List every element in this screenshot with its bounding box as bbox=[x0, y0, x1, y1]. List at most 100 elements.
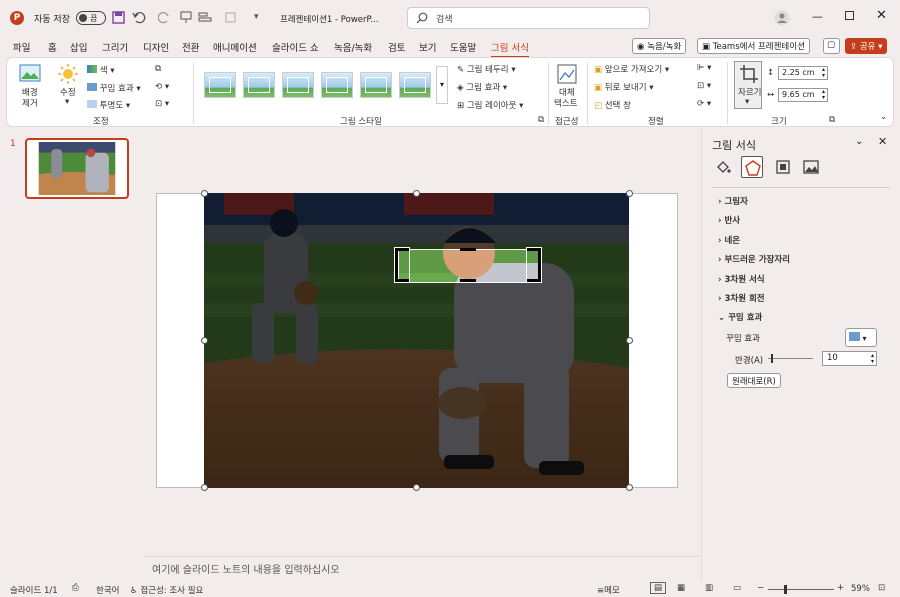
zoom-in-icon[interactable]: + bbox=[837, 583, 844, 593]
tab-home[interactable]: 홈 bbox=[48, 40, 57, 54]
section-shadow[interactable]: › 그림자 bbox=[718, 195, 748, 207]
slideshow-view-icon[interactable]: ▭ bbox=[733, 583, 741, 593]
maximize-icon[interactable] bbox=[845, 11, 854, 20]
rotate-icon[interactable]: ⟳ ▾ bbox=[697, 99, 711, 109]
spelling-check-icon[interactable]: ⎙ bbox=[72, 583, 79, 593]
tab-help[interactable]: 도움말 bbox=[450, 40, 476, 54]
notes-area[interactable]: 여기에 슬라이드 노트의 내용을 입력하십시오 bbox=[144, 556, 700, 580]
reading-view-icon[interactable]: ▥ bbox=[705, 583, 713, 593]
tab-slideshow[interactable]: 슬라이드 쇼 bbox=[272, 40, 319, 54]
tab-draw[interactable]: 그리기 bbox=[102, 40, 128, 54]
tab-transitions[interactable]: 전환 bbox=[182, 40, 199, 54]
group-objects-icon[interactable]: ⊡ ▾ bbox=[697, 81, 711, 91]
styles-launcher-icon[interactable]: ⧉ bbox=[538, 115, 544, 125]
present-icon[interactable] bbox=[180, 11, 192, 24]
language-indicator[interactable]: 한국어 bbox=[96, 584, 119, 596]
pane-options-chevron-icon[interactable]: ⌄ bbox=[855, 136, 863, 147]
picture-style-6[interactable] bbox=[399, 72, 431, 98]
remove-background-icon[interactable] bbox=[19, 64, 41, 82]
teams-present-button[interactable]: ▣ Teams에서 프레젠테이션 bbox=[697, 38, 810, 54]
zoom-slider[interactable] bbox=[768, 585, 834, 594]
size-launcher-icon[interactable]: ⧉ bbox=[829, 115, 835, 125]
picture-border-button[interactable]: ✎ 그림 테두리 ▾ bbox=[457, 63, 516, 75]
tab-insert[interactable]: 삽입 bbox=[70, 40, 87, 54]
crop-region[interactable] bbox=[398, 249, 540, 283]
picture-tab-icon[interactable] bbox=[803, 159, 819, 175]
alt-text-label-2: 텍스트 bbox=[554, 99, 578, 109]
slide-sorter-icon[interactable]: ▦ bbox=[677, 583, 685, 593]
undo-icon[interactable] bbox=[132, 11, 146, 24]
height-field[interactable]: 2.25 cm ▴ ▾ bbox=[778, 66, 828, 80]
tab-animations[interactable]: 애니메이션 bbox=[213, 40, 257, 54]
close-icon[interactable]: ✕ bbox=[876, 8, 887, 23]
selection-pane-button[interactable]: ◰ 선택 창 bbox=[594, 99, 631, 111]
align-objects-icon[interactable]: ⊫ ▾ bbox=[697, 63, 711, 73]
picture-style-2[interactable] bbox=[243, 72, 275, 98]
save-icon[interactable] bbox=[112, 11, 125, 24]
send-backward-button[interactable]: ▣ 뒤로 보내기 ▾ bbox=[594, 81, 654, 93]
slide-thumbnail[interactable] bbox=[25, 138, 129, 199]
search-box[interactable]: 검색 bbox=[407, 7, 650, 29]
picture-style-5[interactable] bbox=[360, 72, 392, 98]
baseball-photo[interactable] bbox=[204, 193, 629, 488]
tab-review[interactable]: 검토 bbox=[388, 40, 405, 54]
compress-pictures-icon[interactable]: ⧉ bbox=[155, 64, 161, 74]
accessibility-status[interactable]: ♿ 접근성: 조사 필요 bbox=[130, 584, 203, 596]
tab-picture-format[interactable]: 그림 서식 bbox=[491, 40, 529, 58]
artistic-effect-picker[interactable]: ▾ bbox=[845, 328, 877, 347]
section-artistic-effects[interactable]: ⌄ 꾸밈 효과 bbox=[718, 311, 762, 323]
collapse-ribbon-icon[interactable]: ⌄ bbox=[880, 112, 887, 122]
zoom-out-icon[interactable]: − bbox=[757, 583, 764, 593]
tab-view[interactable]: 보기 bbox=[419, 40, 436, 54]
picture-layout-button[interactable]: ⊞ 그림 레이아웃 ▾ bbox=[457, 99, 523, 111]
minimize-icon[interactable]: — bbox=[812, 10, 823, 23]
crop-button[interactable]: 자르기 ▾ bbox=[734, 61, 762, 109]
transparency-button[interactable]: 투명도 ▾ bbox=[87, 99, 130, 111]
comments-icon[interactable]: ▢ bbox=[823, 38, 840, 54]
color-button[interactable]: 색 ▾ bbox=[87, 64, 115, 76]
redo-icon[interactable] bbox=[158, 11, 171, 24]
picture-style-1[interactable] bbox=[204, 72, 236, 98]
bring-forward-button[interactable]: ▣ 앞으로 가져오기 ▾ bbox=[594, 63, 669, 75]
styles-more-icon[interactable]: ▾ bbox=[436, 66, 448, 104]
radius-field[interactable]: 10 ▴ ▾ bbox=[822, 351, 877, 366]
align-icon[interactable] bbox=[198, 11, 214, 24]
width-field[interactable]: 9.65 cm ▴ ▾ bbox=[778, 88, 828, 102]
reset-picture-icon[interactable]: ⊡ ▾ bbox=[155, 99, 169, 109]
effects-tab[interactable] bbox=[741, 156, 763, 178]
record-button[interactable]: ◉ 녹음/녹화 bbox=[632, 38, 687, 54]
fill-line-icon[interactable] bbox=[715, 159, 731, 175]
section-3d-format[interactable]: › 3차원 서식 bbox=[718, 273, 765, 285]
autosave-toggle[interactable]: 끔 bbox=[76, 11, 106, 25]
section-3d-rotation[interactable]: › 3차원 회전 bbox=[718, 292, 765, 304]
zoom-level[interactable]: 59% bbox=[851, 584, 870, 594]
tab-record[interactable]: 녹음/녹화 bbox=[334, 40, 372, 54]
tab-design[interactable]: 디자인 bbox=[143, 40, 169, 54]
normal-view-icon[interactable]: ▤ bbox=[650, 582, 667, 594]
size-properties-icon[interactable] bbox=[775, 159, 791, 175]
picture-style-3[interactable] bbox=[282, 72, 314, 98]
tab-file[interactable]: 파일 bbox=[13, 40, 30, 54]
share-button[interactable]: ⇪ 공유 ▾ bbox=[845, 38, 888, 54]
radius-slider[interactable] bbox=[768, 354, 813, 363]
section-soft-edges[interactable]: › 부드러운 가장자리 bbox=[718, 253, 790, 265]
picture-effects-button[interactable]: ◈ 그림 효과 ▾ bbox=[457, 81, 507, 93]
reset-button[interactable]: 원래대로(R) bbox=[727, 373, 781, 388]
pane-close-icon[interactable]: ✕ bbox=[878, 135, 887, 148]
customize-toolbar-icon[interactable]: ▾ bbox=[254, 12, 259, 22]
distribute-icon[interactable] bbox=[224, 11, 238, 24]
separator bbox=[193, 62, 194, 124]
corrections-sun-icon[interactable] bbox=[58, 64, 78, 84]
notes-toggle-button[interactable]: ≡메모 bbox=[597, 584, 620, 596]
fit-to-window-icon[interactable]: ⊡ bbox=[878, 583, 885, 593]
corrections-dropdown-icon[interactable]: ▾ bbox=[65, 97, 69, 107]
section-glow[interactable]: › 네온 bbox=[718, 234, 740, 246]
picture-style-4[interactable] bbox=[321, 72, 353, 98]
title-bar: P 자동 저장 끔 ▾ 프레젠테이션1 - PowerP... 검색 — ✕ bbox=[0, 0, 900, 36]
notes-placeholder: 여기에 슬라이드 노트의 내용을 입력하십시오 bbox=[152, 565, 340, 576]
account-avatar-icon[interactable] bbox=[774, 10, 790, 26]
artistic-effects-button[interactable]: 꾸밈 효과 ▾ bbox=[87, 82, 141, 94]
section-reflection[interactable]: › 반사 bbox=[718, 214, 740, 226]
alt-text-icon[interactable] bbox=[557, 64, 577, 84]
change-picture-icon[interactable]: ⟲ ▾ bbox=[155, 82, 169, 92]
